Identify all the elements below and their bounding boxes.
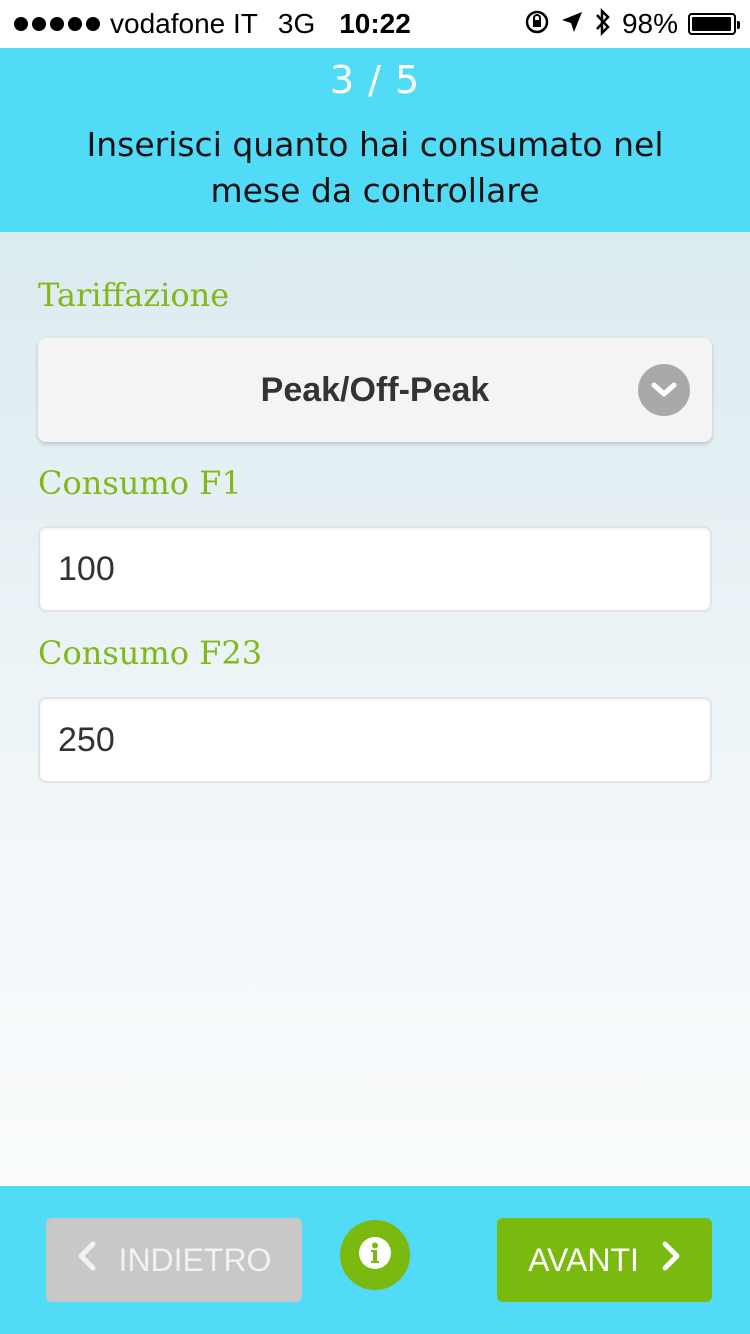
next-button[interactable]: AVANTI xyxy=(497,1218,712,1302)
footer-bar: INDIETRO AVANTI xyxy=(0,1186,750,1334)
f23-label: Consumo F23 xyxy=(38,634,263,672)
battery-icon xyxy=(688,13,740,35)
status-bar-left: vodafone IT 3G xyxy=(14,8,315,40)
form-content: Tariffazione Peak/Off-Peak Consumo F1 10… xyxy=(0,232,750,1186)
info-icon xyxy=(358,1236,392,1275)
battery-level xyxy=(692,17,732,31)
chevron-right-icon xyxy=(661,1241,681,1279)
tariff-select-value: Peak/Off-Peak xyxy=(260,370,490,409)
f23-input-value: 250 xyxy=(58,720,115,759)
chevron-left-icon xyxy=(77,1241,97,1279)
f1-input[interactable]: 100 xyxy=(38,526,712,612)
back-button[interactable]: INDIETRO xyxy=(46,1218,302,1302)
rotation-lock-icon xyxy=(524,9,550,39)
f23-input[interactable]: 250 xyxy=(38,697,712,783)
back-button-label: INDIETRO xyxy=(118,1241,272,1278)
tariff-label: Tariffazione xyxy=(38,276,230,314)
chevron-down-icon xyxy=(638,364,690,416)
info-button[interactable] xyxy=(340,1220,410,1290)
header: 3 / 5 Inserisci quanto hai consumato nel… xyxy=(0,48,750,232)
carrier-name: vodafone IT xyxy=(110,8,258,39)
status-bar: vodafone IT 3G 10:22 98% xyxy=(0,0,750,48)
step-indicator: 3 / 5 xyxy=(329,58,421,102)
network-type: 3G xyxy=(277,8,316,39)
f1-label: Consumo F1 xyxy=(38,464,242,502)
status-bar-right: 98% xyxy=(524,7,740,40)
signal-dots-icon xyxy=(14,17,100,31)
location-arrow-icon xyxy=(560,10,584,38)
f1-input-value: 100 xyxy=(58,549,115,588)
battery-percent: 98% xyxy=(621,8,678,39)
page-title: Inserisci quanto hai consumato nel mese … xyxy=(86,125,664,210)
next-button-label: AVANTI xyxy=(528,1241,639,1278)
bluetooth-icon xyxy=(594,7,612,40)
tariff-select[interactable]: Peak/Off-Peak xyxy=(38,338,712,442)
